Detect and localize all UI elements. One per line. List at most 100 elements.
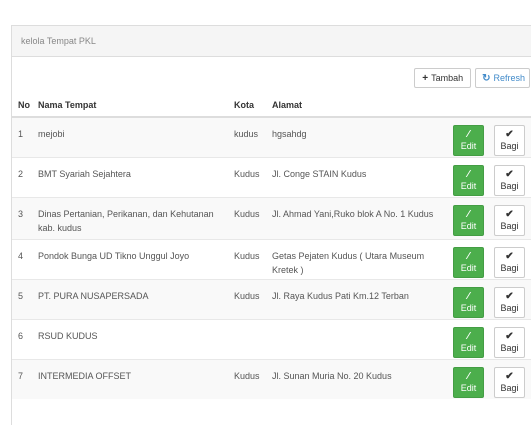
table-row: 3 Dinas Pertanian, Perikanan, dan Kehutan…	[12, 196, 531, 239]
check-icon: ✔	[505, 290, 514, 302]
cell-kota: Kudus	[228, 358, 266, 399]
cell-no: 2	[12, 156, 32, 197]
bagi-button[interactable]: ✔ Bagi	[494, 326, 525, 358]
tambah-label: Tambah	[431, 73, 464, 83]
pencil-icon: ⁄	[467, 370, 470, 382]
cell-no: 7	[12, 358, 32, 399]
tambah-button[interactable]: + Tambah	[414, 68, 472, 88]
cell-kota: Kudus	[228, 238, 266, 279]
cell-nama: INTERMEDIA OFFSET	[32, 358, 228, 399]
edit-label: Edit	[460, 342, 477, 353]
cell-actions: ⁄ Edit ✔ Bagi	[452, 318, 531, 359]
edit-button[interactable]: ⁄ Edit	[453, 286, 484, 318]
refresh-button[interactable]: ↻ Refresh	[475, 68, 530, 88]
check-icon: ✔	[505, 330, 514, 342]
edit-label: Edit	[460, 180, 477, 191]
bagi-label: Bagi	[500, 141, 519, 151]
pencil-icon: ⁄	[467, 208, 470, 220]
cell-actions: ⁄ Edit ✔ Bagi	[452, 238, 531, 279]
header-no: No	[12, 94, 32, 118]
cell-kota: Kudus	[228, 278, 266, 319]
table-row: 5 PT. PURA NUSAPERSADA Kudus Jl. Raya Kudus…	[12, 278, 531, 319]
cell-nama: RSUD KUDUS	[32, 318, 228, 359]
header-alamat: Alamat	[266, 94, 452, 118]
bagi-label: Bagi	[500, 302, 519, 313]
cell-nama: PT. PURA NUSAPERSADA	[32, 278, 228, 319]
tempat-pkl-panel: kelola Tempat PKL + Tambah ↻ Refresh No Na…	[11, 25, 531, 425]
bagi-button[interactable]: ✔ Bagi	[494, 286, 525, 318]
cell-alamat	[266, 318, 452, 359]
bagi-button[interactable]: ✔ Bagi	[494, 204, 525, 236]
edit-button[interactable]: ⁄ Edit	[453, 164, 484, 196]
pencil-icon: ⁄	[467, 250, 470, 262]
bagi-label: Bagi	[500, 262, 519, 273]
cell-alamat: Jl. Conge STAIN Kudus	[266, 156, 452, 197]
cell-nama: Pondok Bunga UD Tikno Unggul Joyo	[32, 238, 228, 279]
bagi-label: Bagi	[500, 342, 519, 353]
cell-alamat: Getas Pejaten Kudus ( Utara Museum Krete…	[266, 238, 452, 279]
header-nama: Nama Tempat	[32, 94, 228, 118]
plus-icon: +	[422, 73, 429, 84]
cell-actions: ⁄ Edit ✔ Bagi	[452, 358, 531, 399]
pencil-icon: ⁄	[467, 290, 470, 302]
cell-nama: mejobi	[32, 116, 228, 157]
pencil-icon: ⁄	[467, 129, 470, 140]
cell-no: 5	[12, 278, 32, 319]
check-icon: ✔	[505, 370, 514, 382]
cell-no: 1	[12, 116, 32, 157]
bagi-label: Bagi	[500, 220, 519, 231]
header-kota: Kota	[228, 94, 266, 118]
table-row: 7 INTERMEDIA OFFSET Kudus Jl. Sunan Muria N…	[12, 358, 531, 399]
check-icon: ✔	[505, 129, 514, 140]
bagi-button[interactable]: ✔ Bagi	[494, 246, 525, 278]
edit-label: Edit	[460, 302, 477, 313]
cell-alamat: Jl. Raya Kudus Pati Km.12 Terban	[266, 278, 452, 319]
cell-actions: ⁄ Edit ✔ Bagi	[452, 116, 531, 157]
bagi-button[interactable]: ✔ Bagi	[494, 164, 525, 196]
refresh-icon: ↻	[482, 73, 491, 84]
cell-alamat: Jl. Ahmad Yani,Ruko blok A No. 1 Kudus	[266, 196, 452, 239]
cell-nama: BMT Syariah Sejahtera	[32, 156, 228, 197]
cell-no: 6	[12, 318, 32, 359]
edit-label: Edit	[460, 141, 477, 151]
check-icon: ✔	[505, 250, 514, 262]
cell-kota: Kudus	[228, 196, 266, 239]
cell-actions: ⁄ Edit ✔ Bagi	[452, 196, 531, 239]
table-row: 1 mejobi kudus hgsahdg ⁄ Edit ✔ Bagi	[12, 116, 531, 157]
table-row: 4 Pondok Bunga UD Tikno Unggul Joyo Kudus G…	[12, 238, 531, 279]
edit-button[interactable]: ⁄ Edit	[453, 204, 484, 236]
bagi-label: Bagi	[500, 382, 519, 393]
edit-button[interactable]: ⁄ Edit	[453, 326, 484, 358]
check-icon: ✔	[505, 208, 514, 220]
cell-actions: ⁄ Edit ✔ Bagi	[452, 156, 531, 197]
cell-alamat: Jl. Sunan Muria No. 20 Kudus	[266, 358, 452, 399]
cell-alamat: hgsahdg	[266, 116, 452, 157]
edit-label: Edit	[460, 382, 477, 393]
cell-actions: ⁄ Edit ✔ Bagi	[452, 278, 531, 319]
refresh-label: Refresh	[493, 73, 525, 83]
edit-button[interactable]: ⁄ Edit	[453, 125, 484, 156]
panel-title: kelola Tempat PKL	[12, 26, 531, 57]
cell-no: 4	[12, 238, 32, 279]
bagi-button[interactable]: ✔ Bagi	[494, 125, 525, 156]
tempat-table: No Nama Tempat Kota Alamat 1 mejobi kudus h…	[12, 94, 531, 399]
table-row: 2 BMT Syariah Sejahtera Kudus Jl. Conge STA…	[12, 156, 531, 197]
edit-button[interactable]: ⁄ Edit	[453, 366, 484, 398]
table-row: 6 RSUD KUDUS ⁄ Edit ✔ Bagi	[12, 318, 531, 359]
bagi-button[interactable]: ✔ Bagi	[494, 366, 525, 398]
table-header-row: No Nama Tempat Kota Alamat	[12, 94, 531, 118]
cell-kota: Kudus	[228, 156, 266, 197]
header-actions	[452, 94, 531, 118]
edit-label: Edit	[460, 220, 477, 231]
cell-kota	[228, 318, 266, 359]
check-icon: ✔	[505, 168, 514, 180]
cell-nama: Dinas Pertanian, Perikanan, dan Kehutana…	[32, 196, 228, 239]
toolbar: + Tambah ↻ Refresh	[414, 68, 530, 88]
pencil-icon: ⁄	[467, 330, 470, 342]
cell-no: 3	[12, 196, 32, 239]
edit-label: Edit	[460, 262, 477, 273]
cell-kota: kudus	[228, 116, 266, 157]
bagi-label: Bagi	[500, 180, 519, 191]
pencil-icon: ⁄	[467, 168, 470, 180]
edit-button[interactable]: ⁄ Edit	[453, 246, 484, 278]
